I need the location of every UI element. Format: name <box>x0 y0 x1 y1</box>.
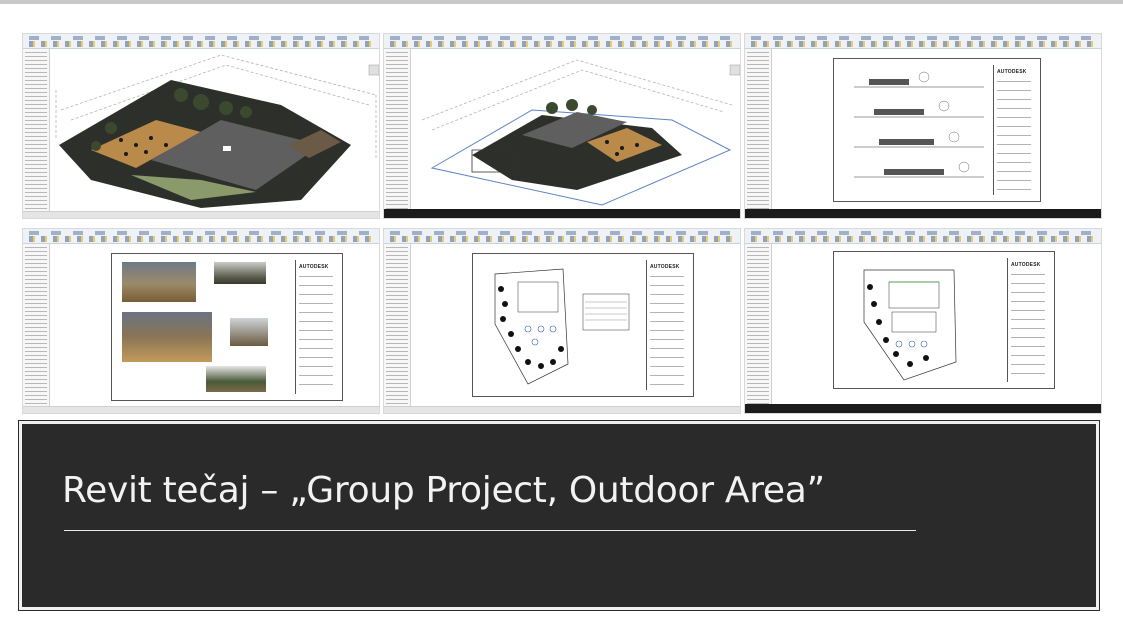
project-browser <box>384 49 411 212</box>
project-browser <box>745 49 772 212</box>
status-bar <box>23 406 379 413</box>
autodesk-logo: AUTODESK <box>299 264 329 270</box>
windows-taskbar <box>384 209 740 218</box>
sheet-viewport: AUTODESK <box>412 245 738 405</box>
revit-ribbon <box>23 34 379 49</box>
drawing-sheet: AUTODESK <box>472 253 694 397</box>
title-block: AUTODESK <box>295 260 336 394</box>
status-bar <box>23 211 379 218</box>
revit-ribbon <box>384 229 740 244</box>
render-image-4 <box>230 318 268 346</box>
autodesk-logo: AUTODESK <box>997 69 1027 75</box>
render-image-1 <box>122 262 196 302</box>
title-banner: Revit tečaj – „Group Project, Outdoor Ar… <box>18 420 1100 611</box>
3d-viewport <box>412 50 740 210</box>
planting-plan-drawing <box>494 268 630 385</box>
windows-taskbar <box>745 404 1101 413</box>
top-divider-line <box>0 0 1123 4</box>
title-block: AUTODESK <box>993 65 1034 195</box>
revit-ribbon <box>745 34 1101 49</box>
elevation-drawings <box>854 71 984 178</box>
screenshot-grid: AUTODESK AUTODESK AUTODESK AUTODESK <box>22 33 1102 416</box>
drawing-sheet: AUTODESK <box>111 253 343 401</box>
title-block: AUTODESK <box>646 260 687 390</box>
render-image-5 <box>206 366 266 392</box>
sheet-viewport: AUTODESK <box>51 245 377 405</box>
project-browser <box>23 49 50 212</box>
render-image-2 <box>214 262 266 284</box>
project-browser <box>745 244 772 407</box>
windows-taskbar <box>745 209 1101 218</box>
screenshot-site-planting-layout-sheet: AUTODESK <box>383 228 741 414</box>
banner-underline <box>64 530 916 531</box>
drawing-sheet: AUTODESK <box>833 251 1055 389</box>
revit-ribbon <box>384 34 740 49</box>
screenshot-elevations-sheet: AUTODESK <box>744 33 1102 219</box>
3d-viewport <box>51 50 379 210</box>
screenshot-site-plan-sheet: AUTODESK <box>744 228 1102 414</box>
3d-model-render <box>421 59 740 206</box>
banner-title: Revit tečaj – „Group Project, Outdoor Ar… <box>62 470 825 511</box>
project-browser <box>23 244 50 407</box>
autodesk-logo: AUTODESK <box>650 264 680 270</box>
drawing-sheet: AUTODESK <box>833 58 1041 202</box>
project-browser <box>384 244 411 407</box>
status-bar <box>384 406 740 413</box>
sheet-viewport: AUTODESK <box>773 50 1099 210</box>
3d-model-render <box>55 54 379 208</box>
revit-ribbon <box>23 229 379 244</box>
render-image-3 <box>122 312 212 362</box>
screenshot-3d-view-2 <box>383 33 741 219</box>
autodesk-logo: AUTODESK <box>1011 262 1041 268</box>
revit-ribbon <box>745 229 1101 244</box>
screenshot-renders-sheet: AUTODESK <box>22 228 380 414</box>
site-plan-drawing <box>863 269 957 381</box>
screenshot-3d-view-1 <box>22 33 380 219</box>
sheet-viewport: AUTODESK <box>773 245 1099 405</box>
title-block: AUTODESK <box>1007 258 1048 382</box>
